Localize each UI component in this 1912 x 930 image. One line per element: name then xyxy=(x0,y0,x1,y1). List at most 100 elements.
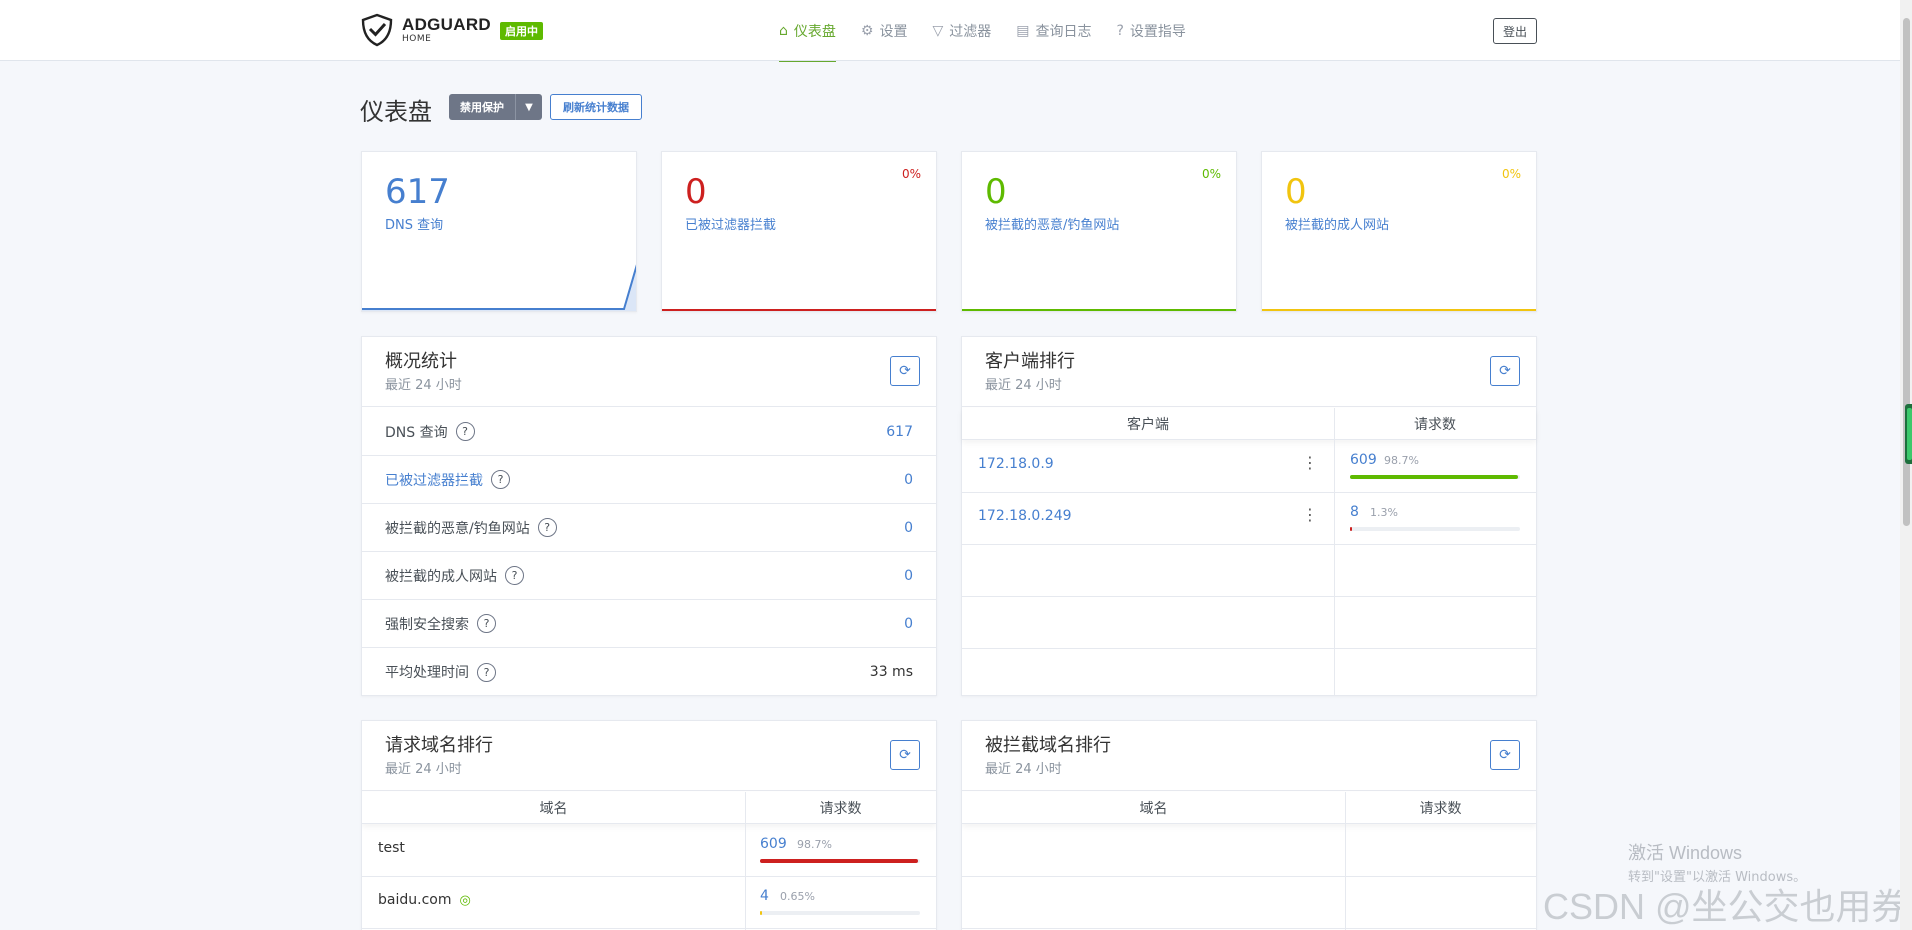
nav-dashboard[interactable]: ⌂ 仪表盘 xyxy=(779,0,836,62)
help-icon[interactable]: ? xyxy=(477,614,496,633)
panel-title: 客户端排行 xyxy=(985,351,1075,372)
more-vertical-icon[interactable]: ⋮ xyxy=(1302,505,1318,524)
domain-name[interactable]: test xyxy=(378,840,405,856)
request-percent: 0.65% xyxy=(780,890,815,903)
document-icon: ▤ xyxy=(1016,22,1030,39)
request-count[interactable]: 609 xyxy=(1350,452,1377,468)
progress-fill xyxy=(1350,527,1353,531)
row-label-text: 被拦截的成人网站 xyxy=(385,568,497,585)
logo-main-text: ADGUARD xyxy=(402,15,491,34)
domain-text[interactable]: baidu.com xyxy=(378,892,451,908)
stat-bar xyxy=(1262,309,1536,311)
panel-subtitle: 最近 24 小时 xyxy=(985,762,1062,777)
stat-bar xyxy=(662,309,936,311)
top-domains-panel: 请求域名排行 最近 24 小时 ⟳ 域名 请求数 test 609 98.7% … xyxy=(361,720,937,930)
col-domain-header[interactable]: 域名 xyxy=(362,792,745,823)
table-row-empty xyxy=(962,649,1536,701)
progress-bar xyxy=(1350,527,1520,531)
refresh-button[interactable]: ⟳ xyxy=(1490,740,1520,770)
help-icon[interactable]: ? xyxy=(491,470,510,489)
panel-subtitle: 最近 24 小时 xyxy=(385,378,462,393)
panel-subtitle: 最近 24 小时 xyxy=(985,378,1062,393)
top-clients-panel: 客户端排行 最近 24 小时 ⟳ 客户端 请求数 172.18.0.9 ⋮ 60… xyxy=(961,336,1537,696)
logo-text: ADGUARD HOME xyxy=(402,16,491,44)
table-header: 客户端 请求数 xyxy=(962,408,1536,440)
stat-value: 0 xyxy=(1285,172,1307,212)
more-vertical-icon[interactable]: ⋮ xyxy=(1302,453,1318,472)
eye-off-icon[interactable]: ◎ xyxy=(459,893,470,908)
stat-value: 617 xyxy=(385,172,450,212)
help-icon[interactable]: ? xyxy=(477,662,496,682)
shield-check-icon xyxy=(361,13,393,47)
nav-dashboard-label: 仪表盘 xyxy=(793,23,836,40)
request-count[interactable]: 4 xyxy=(760,888,769,904)
overview-row-safesearch: 强制安全搜索? 0 xyxy=(362,600,936,648)
logout-button[interactable]: 登出 xyxy=(1493,18,1537,44)
row-label-text[interactable]: 已被过滤器拦截 xyxy=(385,470,483,490)
request-percent: 1.3% xyxy=(1370,506,1398,519)
gear-icon: ⚙ xyxy=(860,22,874,39)
table-row-empty xyxy=(962,877,1536,929)
top-header: ADGUARD HOME 启用中 ⌂ 仪表盘 ⚙ 设置 ▽ 过滤器 ▤ 查询日志… xyxy=(0,0,1900,62)
col-requests-header[interactable]: 请求数 xyxy=(745,792,936,823)
overview-panel: 概况统计 最近 24 小时 ⟳ DNS 查询? 617 已被过滤器拦截? 0 被… xyxy=(361,336,937,696)
help-icon[interactable]: ? xyxy=(455,422,475,441)
panel-header: 被拦截域名排行 最近 24 小时 ⟳ xyxy=(962,721,1536,791)
col-requests-header[interactable]: 请求数 xyxy=(1334,408,1536,439)
request-count[interactable]: 609 xyxy=(760,836,787,852)
col-requests-header[interactable]: 请求数 xyxy=(1345,792,1536,823)
refresh-icon: ⟳ xyxy=(1499,363,1511,379)
overview-row-adult: 被拦截的成人网站? 0 xyxy=(362,552,936,600)
nav-setup-guide-label: 设置指导 xyxy=(1129,23,1186,40)
home-icon: ⌂ xyxy=(779,22,788,39)
chevron-down-icon[interactable]: ▼ xyxy=(516,94,542,120)
help-icon[interactable]: ? xyxy=(505,566,524,585)
refresh-button[interactable]: ⟳ xyxy=(890,356,920,386)
row-label: 平均处理时间? xyxy=(385,662,496,682)
request-count[interactable]: 8 xyxy=(1350,504,1359,520)
panel-title: 请求域名排行 xyxy=(385,735,493,756)
row-label-text: DNS 查询 xyxy=(385,424,448,441)
panel-header: 客户端排行 最近 24 小时 ⟳ xyxy=(962,337,1536,407)
row-label[interactable]: 已被过滤器拦截? xyxy=(385,470,510,490)
page-scrollbar[interactable] xyxy=(1900,0,1912,930)
nav-setup-guide[interactable]: ? 设置指导 xyxy=(1116,0,1185,61)
domain-text[interactable]: test xyxy=(378,840,405,856)
nav-filters-label: 过滤器 xyxy=(949,23,992,40)
col-domain-header[interactable]: 域名 xyxy=(962,792,1345,823)
row-label-text: 强制安全搜索 xyxy=(385,616,469,633)
disable-protection-button[interactable]: 禁用保护 ▼ xyxy=(449,94,542,120)
refresh-button[interactable]: ⟳ xyxy=(890,740,920,770)
table-row-empty xyxy=(962,545,1536,597)
nav-filters[interactable]: ▽ 过滤器 xyxy=(932,0,991,61)
row-value: 0 xyxy=(904,567,913,584)
refresh-button[interactable]: ⟳ xyxy=(1490,356,1520,386)
row-label-text: 平均处理时间 xyxy=(385,665,469,681)
row-value: 617 xyxy=(886,423,913,440)
adguard-logo[interactable]: ADGUARD HOME 启用中 xyxy=(360,13,543,47)
col-client-header[interactable]: 客户端 xyxy=(962,408,1334,439)
progress-bar xyxy=(760,859,920,863)
nav-query-log[interactable]: ▤ 查询日志 xyxy=(1016,0,1091,61)
table-row: 172.18.0.9 ⋮ 609 98.7% xyxy=(962,441,1536,493)
overview-row-filtered: 已被过滤器拦截? 0 xyxy=(362,456,936,504)
progress-bar xyxy=(1350,475,1520,479)
row-label-text: 被拦截的恶意/钓鱼网站 xyxy=(385,520,530,537)
domain-name[interactable]: baidu.com ◎ xyxy=(378,892,471,908)
row-label: 被拦截的成人网站? xyxy=(385,566,524,586)
refresh-stats-button[interactable]: 刷新统计数据 xyxy=(550,94,642,120)
help-icon: ? xyxy=(1116,22,1124,39)
stat-card-dns-queries: 617 DNS 查询 xyxy=(361,151,637,312)
filter-icon: ▽ xyxy=(932,22,944,39)
stat-card-filtered: 0 已被过滤器拦截 0% xyxy=(661,151,937,312)
stat-bar xyxy=(962,309,1236,311)
row-value: 0 xyxy=(904,519,913,536)
nav-settings[interactable]: ⚙ 设置 xyxy=(861,0,908,61)
stat-percent: 0% xyxy=(1201,167,1221,181)
request-percent: 98.7% xyxy=(1384,454,1419,467)
client-link[interactable]: 172.18.0.9 xyxy=(978,456,1054,472)
client-link[interactable]: 172.18.0.249 xyxy=(978,508,1072,524)
disable-protection-label[interactable]: 禁用保护 xyxy=(449,94,516,120)
csdn-watermark: CSDN @坐公交也用券 xyxy=(1543,886,1908,927)
help-icon[interactable]: ? xyxy=(537,518,557,537)
